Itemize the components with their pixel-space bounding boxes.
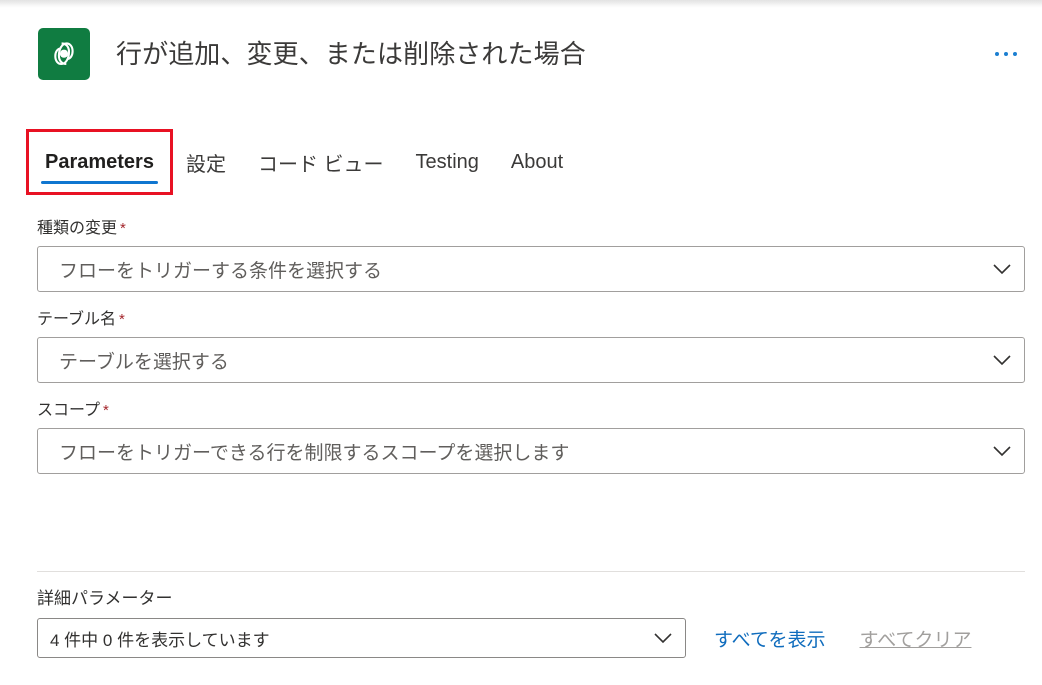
tab-code-view[interactable]: コード ビュー (242, 132, 400, 192)
field-table-name-label-text: テーブル名 (37, 311, 117, 328)
top-edge-shadow (0, 0, 1042, 8)
chevron-down-icon[interactable] (980, 354, 1024, 366)
tab-testing-label: Testing (415, 150, 479, 173)
field-scope-label: スコープ * (37, 400, 1025, 422)
table-name-combobox[interactable]: テーブルを選択する (37, 337, 1025, 383)
field-scope: スコープ * フローをトリガーできる行を制限するスコープを選択します (0, 400, 1042, 474)
section-divider (37, 571, 1025, 572)
tab-about[interactable]: About (495, 132, 579, 192)
overflow-dot (1013, 52, 1017, 56)
field-change-type-label-text: 種類の変更 (37, 220, 118, 237)
tab-parameters[interactable]: Parameters (26, 129, 173, 195)
field-table-name-label: テーブル名 * (37, 309, 1025, 331)
scope-placeholder: フローをトリガーできる行を制限するスコープを選択します (59, 442, 570, 464)
tab-settings-label: 設定 (185, 153, 226, 176)
advanced-parameters-label: 詳細パラメーター (37, 589, 173, 608)
tab-selected-indicator (41, 181, 158, 184)
panel-header: 行が追加、変更、または削除された場合 (0, 8, 1042, 100)
tab-testing[interactable]: Testing (400, 132, 495, 192)
field-change-type: 種類の変更 * フローをトリガーする条件を選択する (0, 218, 1042, 292)
show-all-link[interactable]: すべてを表示 (714, 625, 826, 652)
clear-all-link[interactable]: すべてクリア (860, 625, 972, 652)
advanced-parameters-combobox[interactable]: 4 件中 0 件を表示しています (37, 618, 686, 658)
tab-settings[interactable]: 設定 (170, 132, 242, 192)
advanced-parameters-section: 詳細パラメーター 4 件中 0 件を表示しています すべてを表示 すべてクリア (0, 587, 1042, 658)
parameters-form: 種類の変更 * フローをトリガーする条件を選択する テーブル名 * テーブルを選択す… (0, 218, 1042, 491)
dataverse-icon (38, 28, 90, 80)
required-marker: * (103, 402, 109, 419)
required-marker: * (119, 311, 125, 328)
scope-combobox[interactable]: フローをトリガーできる行を制限するスコープを選択します (37, 428, 1025, 474)
field-change-type-label: 種類の変更 * (37, 218, 1025, 240)
overflow-dot (1004, 52, 1008, 56)
change-type-combobox[interactable]: フローをトリガーする条件を選択する (37, 246, 1025, 292)
tab-code-view-label: コード ビュー (257, 153, 384, 176)
table-name-placeholder: テーブルを選択する (59, 351, 229, 373)
field-scope-label-text: スコープ (37, 402, 101, 419)
overflow-menu-button[interactable] (986, 36, 1026, 72)
advanced-parameters-row: 4 件中 0 件を表示しています すべてを表示 すべてクリア (37, 618, 1025, 658)
change-type-placeholder: フローをトリガーする条件を選択する (59, 260, 383, 282)
overflow-dot (995, 52, 999, 56)
tab-parameters-label: Parameters (45, 150, 154, 173)
required-marker: * (120, 220, 126, 237)
advanced-parameters-value: 4 件中 0 件を表示しています (50, 630, 270, 650)
chevron-down-icon[interactable] (641, 632, 685, 644)
chevron-down-icon[interactable] (980, 445, 1024, 457)
tab-about-label: About (510, 150, 564, 173)
tab-strip: Parameters 設定 コード ビュー Testing About (0, 129, 1042, 204)
page-title: 行が追加、変更、または削除された場合 (116, 39, 586, 69)
chevron-down-icon[interactable] (980, 263, 1024, 275)
field-table-name: テーブル名 * テーブルを選択する (0, 309, 1042, 383)
